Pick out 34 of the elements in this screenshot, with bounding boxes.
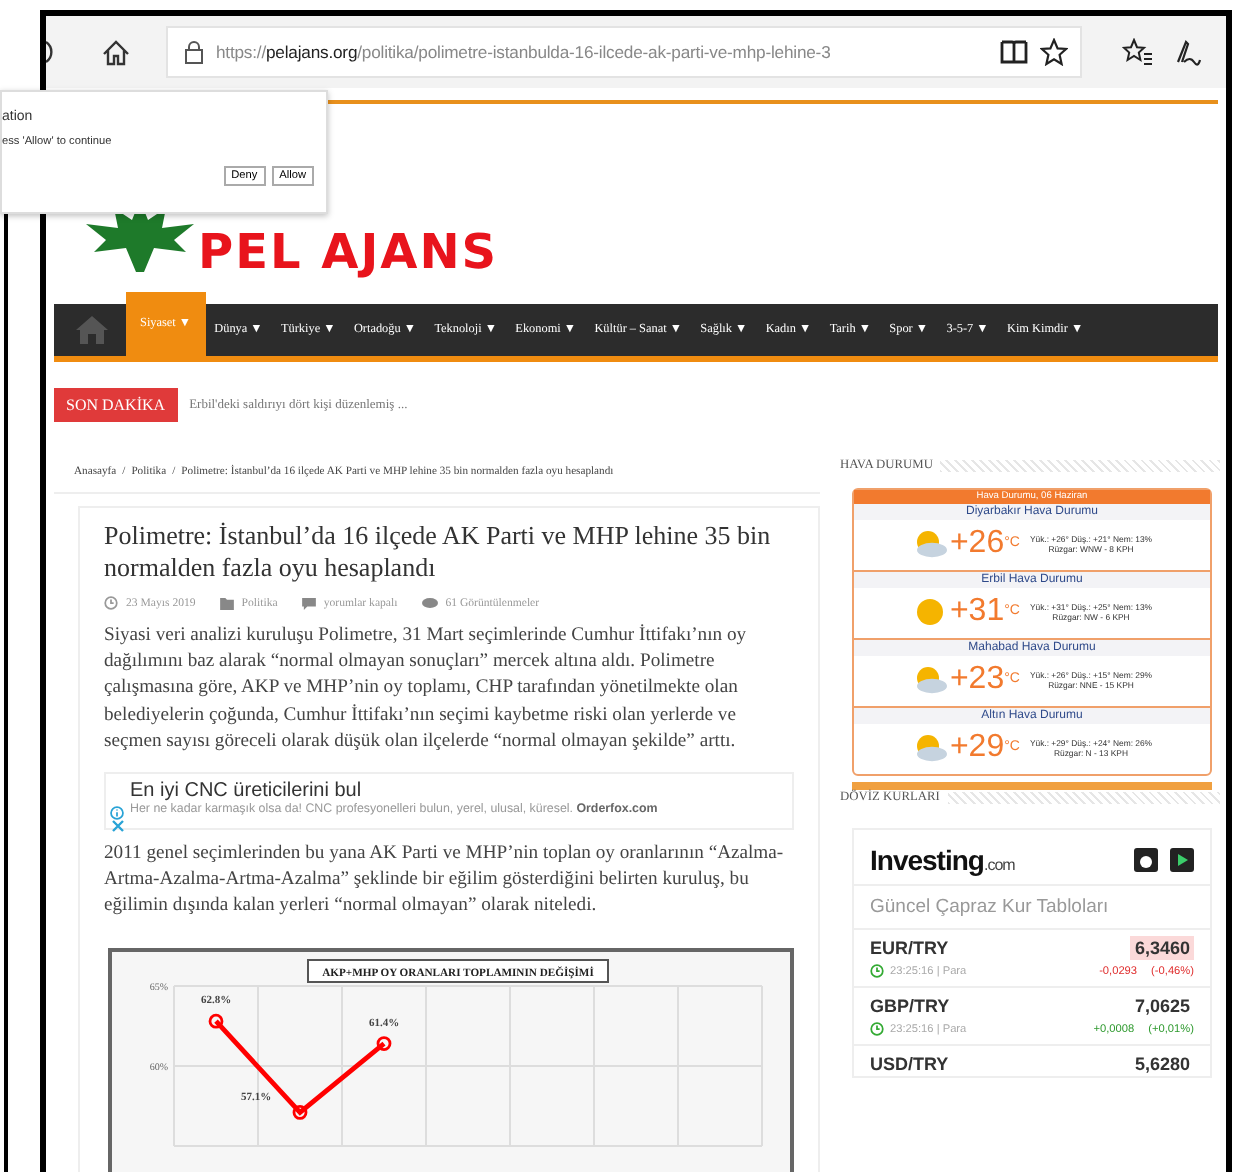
reading-view-icon[interactable]	[1000, 40, 1028, 64]
currency-price: 6,3460	[1130, 936, 1194, 960]
data-point	[208, 1013, 224, 1028]
pen-icon[interactable]	[1174, 38, 1202, 66]
currency-pair[interactable]: GBP/TRY	[870, 996, 950, 1016]
currency-pair[interactable]: USD/TRY	[870, 1054, 949, 1074]
site-logo[interactable]: PEL AJANS	[198, 228, 499, 276]
breaking-news-label: SON DAKİKA	[54, 387, 178, 421]
currency-price: 5,6280	[1132, 1052, 1192, 1076]
close-icon[interactable]	[111, 820, 123, 833]
widget-subtitle: Güncel Çapraz Kur Tabloları	[854, 886, 1210, 930]
info-icon[interactable]	[110, 806, 124, 821]
currency-pair[interactable]: EUR/TRY	[870, 938, 949, 958]
investing-logo[interactable]: Investing.com	[870, 844, 1122, 876]
data-point	[376, 1035, 392, 1051]
article-paragraph: Siyasi veri analizi kuruluşu Polimetre, 31 Mart seçimlerinde Cumhur İttifakı’nın oy dağılımını baz alarak “normal olmayan sonuçları” mercek altına aldı. Polimetre çalışmasına göre, AKP ve MHP’nin oy toplamı, CHP tarafından yönetilmekte olan belediyelerin çoğunda, Cumhur İttifakı’nın seçimi kaybetme riski olan yerlerde ve seçmen sayısı göreceli olarak düşük olan ilçelerde “normal olmayan şekilde” arttı.	[104, 622, 749, 755]
address-bar[interactable]: https://pelajans.org/politika/polimetre-istanbulda-16-ilcede-ak-parti-ve-mhp-lehine-3	[166, 26, 1082, 78]
lock-icon	[184, 40, 204, 64]
favorites-icon[interactable]	[1122, 38, 1154, 66]
eye-icon	[421, 598, 438, 608]
clock-icon	[870, 964, 884, 978]
data-point	[292, 1104, 308, 1120]
ad-title[interactable]: En iyi CNC üreticilerini bul	[130, 780, 780, 803]
article-paragraph: 2011 genel seçimlerinden bu yana AK Parti ve MHP’nin toplan oy oranlarının “Azalma-Artma-Azalma-Artma-Azalma” şeklinde bir eğilim gösterdiğini belirten kuruluş, bu eğilimin dışında kalan yerleri “normal olmayan” olarak niteledi.	[104, 840, 786, 920]
clock-icon	[104, 596, 118, 610]
currency-price: 7,0625	[1132, 994, 1192, 1018]
comment-icon	[301, 597, 316, 609]
article-title: Polimetre: İstanbul’da 16 ilçede AK Parti ve MHP lehine 35 bin normalden fazla oyu hesaplandı	[104, 520, 773, 584]
home-icon[interactable]	[102, 39, 130, 65]
clock-icon	[870, 1022, 884, 1036]
play-store-icon[interactable]	[1170, 848, 1194, 872]
star-icon[interactable]	[1040, 38, 1068, 66]
folder-icon	[219, 597, 234, 609]
url-text: https://pelajans.org/politika/polimetre-istanbulda-16-ilcede-ak-parti-ve-mhp-lehine-3	[216, 42, 833, 62]
